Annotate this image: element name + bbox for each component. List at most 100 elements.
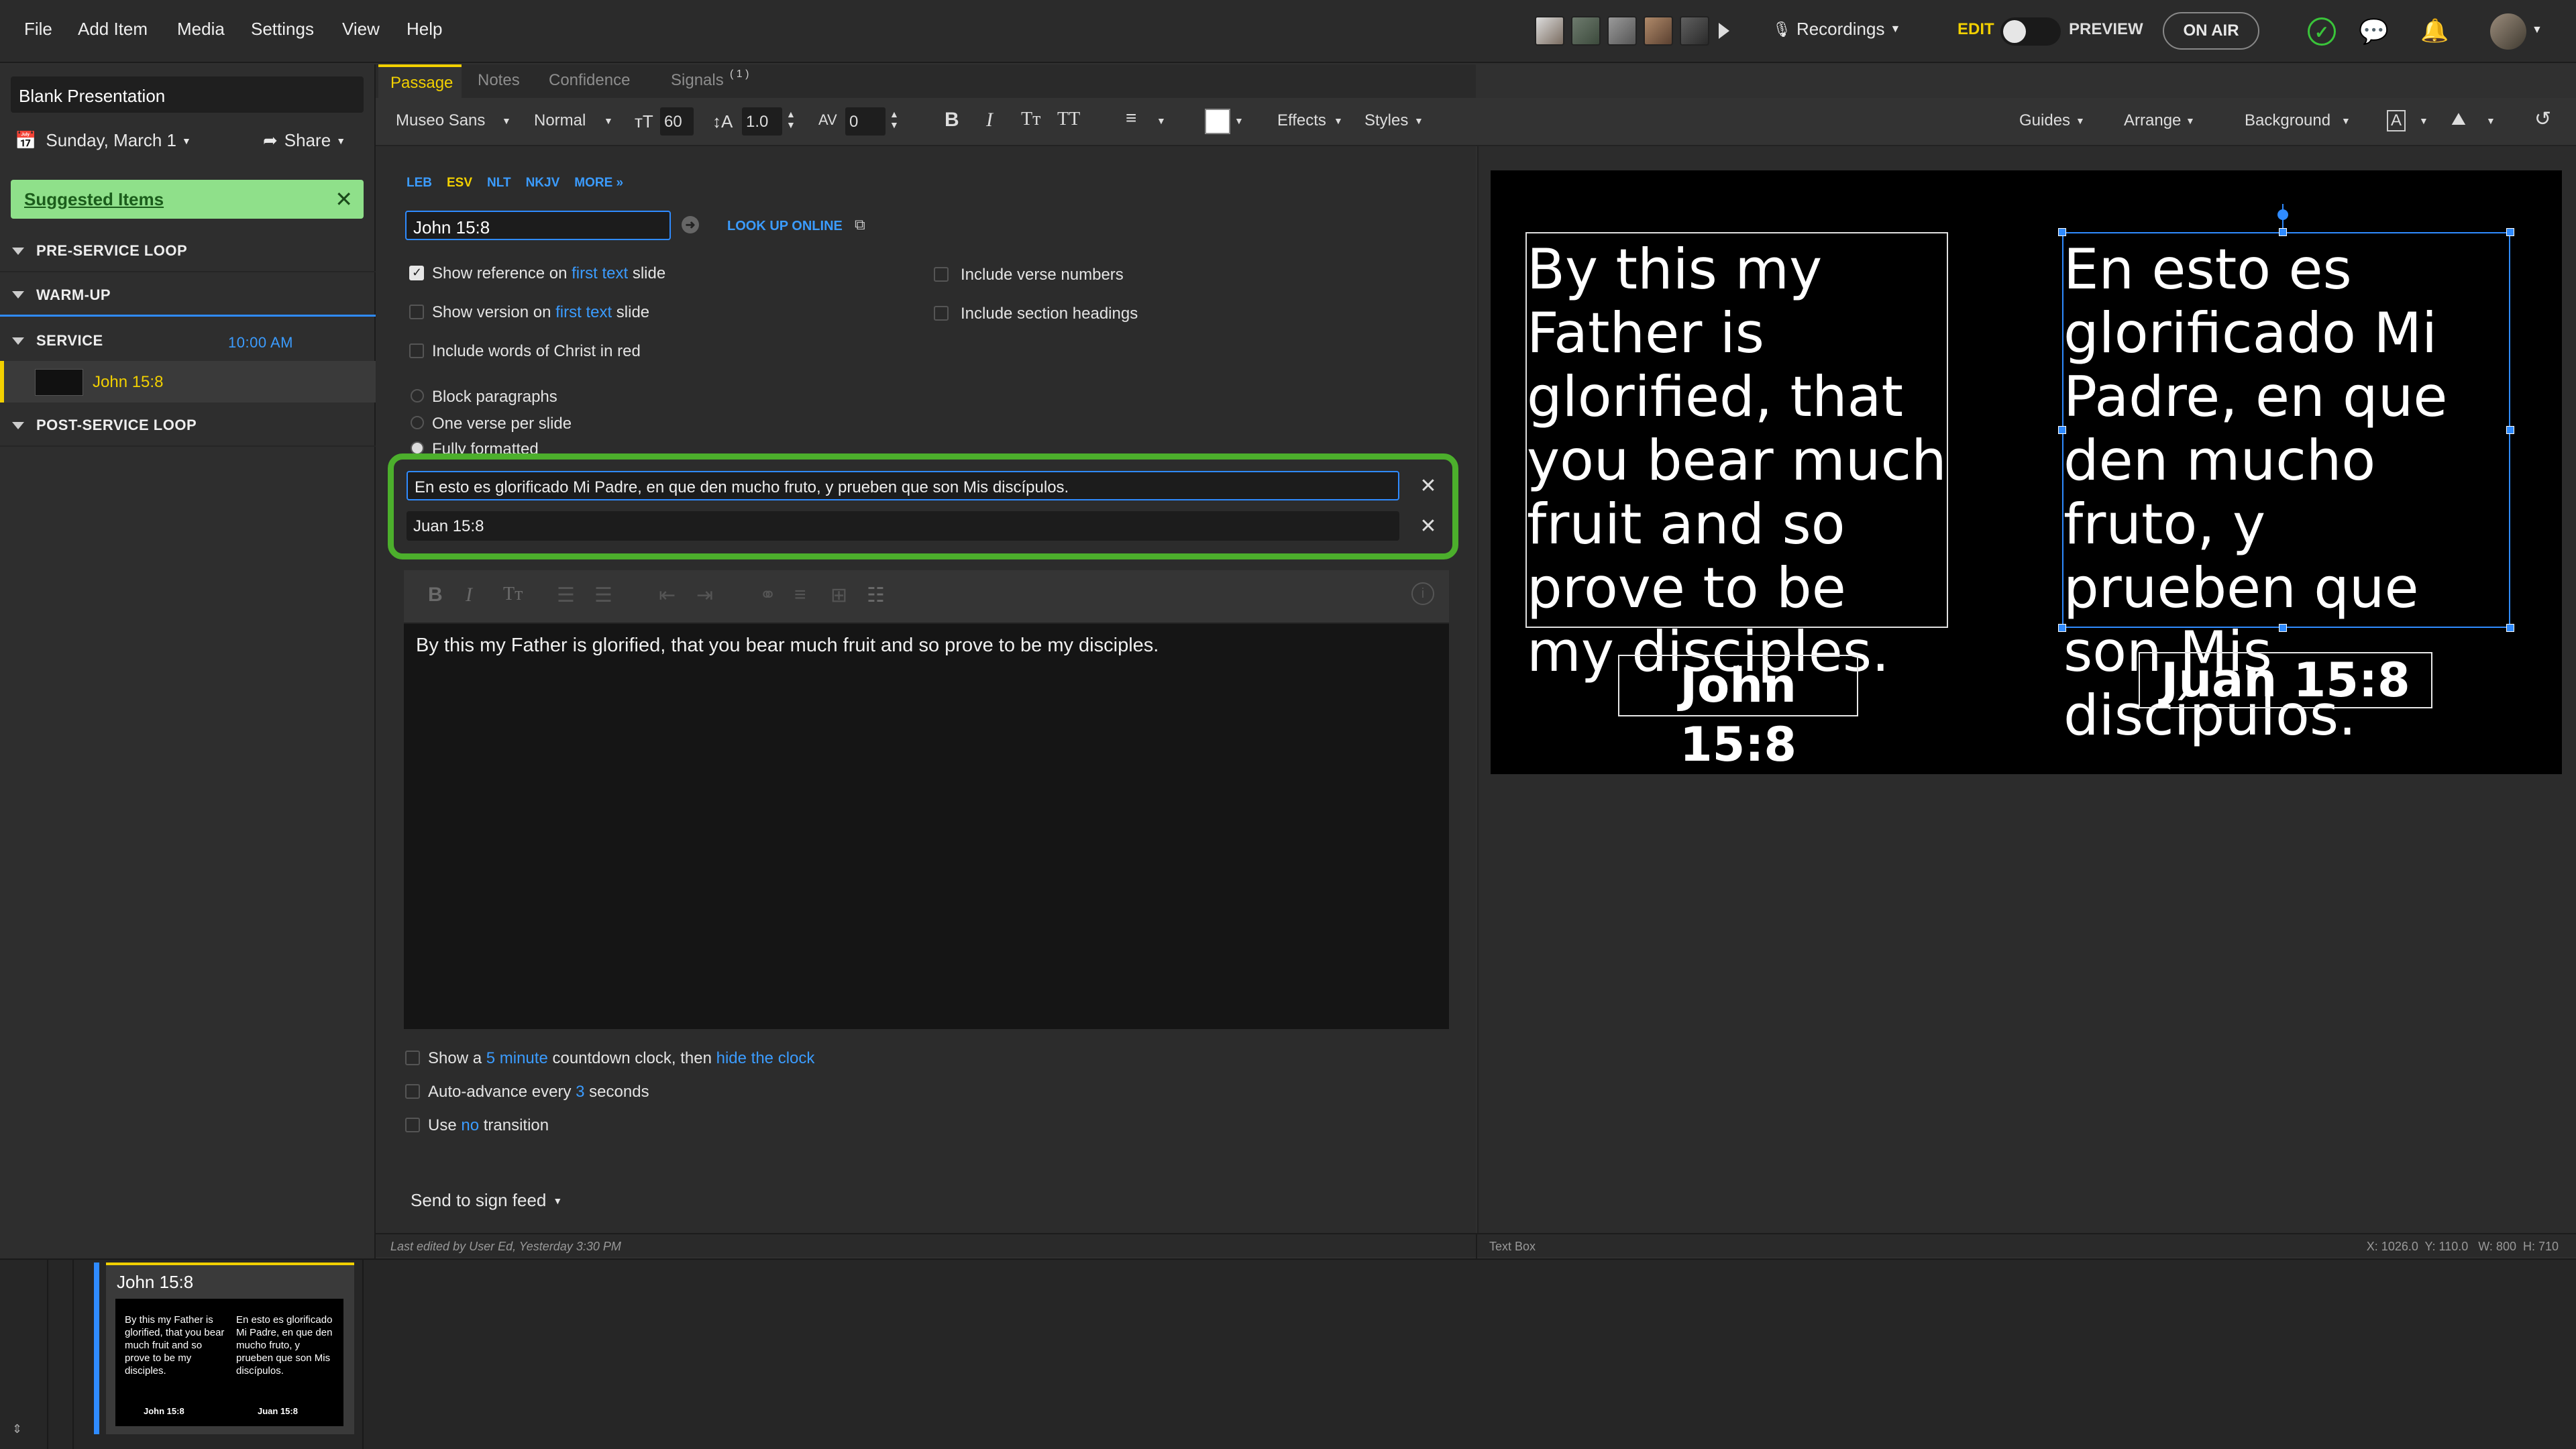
align-icon[interactable]: ≡ [1126,107,1136,129]
suggested-items-banner[interactable]: Suggested Items ✕ [11,180,364,219]
version-nkjv[interactable]: NKJV [526,176,560,191]
line-height-input[interactable]: 1.0 [742,107,782,136]
reference-input[interactable]: John 15:8 [405,211,671,240]
resize-handle[interactable] [2058,426,2066,434]
chevron-down-icon[interactable]: ▼ [2341,115,2351,126]
go-arrow-icon[interactable]: ➜ [682,216,699,233]
menu-add-item[interactable]: Add Item [78,19,148,40]
lookup-online-link[interactable]: LOOK UP ONLINE [727,219,843,234]
chevron-down-icon[interactable]: ▼ [1414,115,1424,126]
advance-seconds-link[interactable]: 3 [576,1083,584,1101]
resize-handle[interactable] [2279,624,2287,632]
rule-icon[interactable]: ≡ [794,584,806,606]
bold-icon[interactable]: B [428,584,443,606]
small-caps-icon[interactable]: Tт [503,584,523,605]
menu-file[interactable]: File [24,19,52,40]
verse-numbers-checkbox[interactable] [934,267,949,282]
tab-confidence[interactable]: Confidence [549,71,630,90]
resize-handle[interactable] [2506,228,2514,236]
small-caps-icon[interactable]: Tт [1021,109,1040,130]
play-icon[interactable] [1719,23,1729,39]
section-service[interactable]: SERVICE 10:00 AM [0,321,376,362]
service-item-john-15-8[interactable]: John 15:8 [0,361,376,402]
menu-settings[interactable]: Settings [251,19,314,40]
rte-content[interactable]: By this my Father is glorified, that you… [404,624,1449,1029]
first-text-link[interactable]: first text [572,264,628,282]
section-pre-service-loop[interactable]: PRE-SERVICE LOOP [0,231,376,272]
outdent-icon[interactable]: ⇤ [659,584,676,607]
recordings-dropdown[interactable]: 🎙 Recordings ▼ [1772,19,1900,40]
section-warm-up[interactable]: WARM-UP [0,275,376,317]
transition-checkbox[interactable] [405,1118,420,1132]
split-icon[interactable]: ☷ [867,584,885,607]
collaborator-avatar[interactable] [1680,16,1709,46]
image-icon[interactable]: ⛰ [2451,109,2466,130]
spanish-text-box-selected[interactable]: En esto es glorificado Mi Padre, en que … [2062,232,2510,747]
user-avatar[interactable] [2490,13,2526,50]
collaborator-avatar[interactable] [1571,16,1601,46]
slide-thumbnail-card[interactable]: John 15:8 By this my Father is glorified… [106,1263,354,1434]
chevron-down-icon[interactable]: ▼ [2186,115,2195,126]
all-caps-icon[interactable]: TT [1057,109,1080,130]
resize-handle[interactable] [2058,624,2066,632]
tracking-input[interactable]: 0 [845,107,885,136]
menu-help[interactable]: Help [407,19,442,40]
reset-icon[interactable]: ↺ [2534,107,2551,131]
block-paragraphs-radio[interactable] [411,389,424,402]
font-size-input[interactable]: 60 [660,107,694,136]
sign-feed-dropdown[interactable]: Send to sign feed ▼ [411,1190,562,1211]
fully-formatted-radio[interactable] [411,441,424,455]
chevron-down-icon[interactable]: ▼ [2532,24,2542,36]
chevron-down-icon[interactable]: ▼ [2486,115,2496,126]
section-headings-checkbox[interactable] [934,306,949,321]
translation-text-input[interactable]: En esto es glorificado Mi Padre, en que … [407,471,1399,500]
first-text-link[interactable]: first text [555,303,612,321]
chevron-down-icon[interactable]: ▼ [502,115,511,126]
chat-icon[interactable]: 💬 [2359,17,2389,46]
font-family-select[interactable]: Museo Sans [396,111,485,130]
version-leb[interactable]: LEB [407,176,432,191]
presentation-title-input[interactable]: Blank Presentation [11,76,364,113]
bell-icon[interactable]: 🔔 [2420,17,2449,44]
italic-icon[interactable]: I [466,584,472,606]
on-air-button[interactable]: ON AIR [2163,12,2259,50]
arrange-menu[interactable]: Arrange [2124,111,2181,130]
tab-signals[interactable]: Signals [671,71,724,90]
chevron-down-icon[interactable]: ▼ [1157,115,1166,126]
styles-menu[interactable]: Styles [1364,111,1408,130]
close-icon[interactable]: ✕ [335,186,353,212]
spanish-reference-box[interactable]: Juan 15:8 [2139,652,2432,708]
tab-notes[interactable]: Notes [478,71,520,90]
stepper-icon[interactable]: ▲ ▼ [786,109,796,130]
chevron-down-icon[interactable]: ▼ [2419,115,2428,126]
suggested-items-link[interactable]: Suggested Items [24,189,164,210]
collaborator-avatar[interactable] [1535,16,1564,46]
menu-media[interactable]: Media [177,19,225,40]
resize-grip-icon[interactable]: ⇕ [12,1422,22,1436]
share-button[interactable]: ➦ Share ▼ [263,130,345,151]
resize-handle[interactable] [2058,228,2066,236]
text-box-icon[interactable]: A [2387,110,2406,131]
english-reference-box[interactable]: John 15:8 [1618,655,1858,772]
italic-icon[interactable]: I [986,109,993,131]
resize-handle[interactable] [2506,426,2514,434]
collaborator-avatar[interactable] [1607,16,1637,46]
stepper-icon[interactable]: ▲ ▼ [890,109,899,130]
tab-passage[interactable]: Passage [378,64,462,98]
numbered-list-icon[interactable]: ☰ [594,584,612,607]
show-reference-checkbox[interactable]: ✓ [409,266,424,280]
resize-handle[interactable] [2279,228,2287,236]
transition-type-link[interactable]: no [461,1116,479,1134]
link-icon[interactable]: ⚭ [759,584,776,607]
auto-advance-checkbox[interactable] [405,1084,420,1099]
status-ok-icon[interactable]: ✓ [2308,17,2336,46]
collaborator-avatar[interactable] [1644,16,1673,46]
chevron-down-icon[interactable]: ▼ [1234,115,1244,126]
indent-icon[interactable]: ⇥ [696,584,713,607]
bold-icon[interactable]: B [945,109,959,131]
translation-ref-input[interactable]: Juan 15:8 [407,511,1399,541]
words-of-christ-checkbox[interactable] [409,343,424,358]
guides-menu[interactable]: Guides [2019,111,2070,130]
background-menu[interactable]: Background [2245,111,2330,130]
edit-preview-toggle[interactable] [2000,17,2061,46]
